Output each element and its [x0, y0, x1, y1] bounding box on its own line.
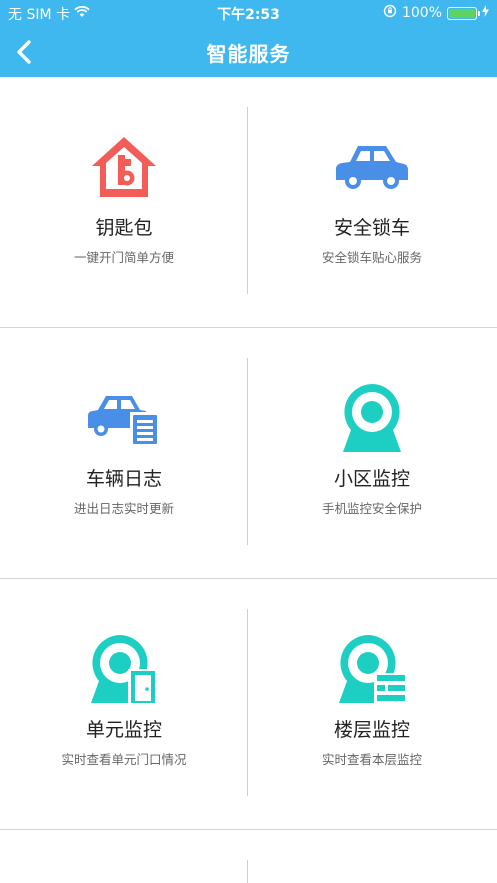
service-row: 车辆日志 进出日志实时更新 小区监控 手机监控安全保护: [0, 328, 497, 579]
service-title: 小区监控: [333, 468, 410, 490]
service-title: 楼层监控: [333, 719, 410, 741]
service-title: 安全锁车: [333, 217, 410, 239]
service-lock-car[interactable]: 安全锁车 安全锁车贴心服务: [248, 77, 496, 327]
app-header: 无 SIM 卡 下午2:53 100% 智能服务: [0, 0, 497, 77]
service-subtitle: 进出日志实时更新: [73, 501, 174, 516]
camera-icon: [331, 382, 413, 454]
battery-icon: [447, 6, 480, 20]
service-unit-monitor[interactable]: 单元监控 实时查看单元门口情况: [0, 579, 248, 829]
service-title: 钥匙包: [95, 217, 153, 239]
service-subtitle: 一键开门简单方便: [73, 250, 174, 265]
battery-percent: 100%: [401, 5, 442, 21]
service-title: 车辆日志: [85, 468, 162, 490]
status-right: 100%: [383, 4, 489, 22]
column-divider: [247, 358, 248, 545]
service-row: 钥匙包 一键开门简单方便 安全锁车 安全锁车贴心服务: [0, 77, 497, 328]
service-subtitle: 实时查看本层监控: [321, 752, 422, 767]
service-vehicle-log[interactable]: 车辆日志 进出日志实时更新: [0, 328, 248, 578]
service-row-partial: [0, 830, 497, 883]
camera-floor-icon: [331, 633, 413, 705]
status-bar: 无 SIM 卡 下午2:53 100%: [0, 0, 497, 26]
service-subtitle: 安全锁车贴心服务: [321, 250, 422, 265]
charging-bolt-icon: [482, 5, 489, 21]
column-divider: [247, 860, 248, 883]
service-floor-monitor[interactable]: 楼层监控 实时查看本层监控: [248, 579, 496, 829]
nav-bar: 智能服务: [0, 26, 497, 77]
service-subtitle: 手机监控安全保护: [321, 501, 422, 516]
camera-door-icon: [83, 633, 165, 705]
house-key-icon: [83, 131, 165, 203]
service-community-monitor[interactable]: 小区监控 手机监控安全保护: [248, 328, 496, 578]
service-row: 单元监控 实时查看单元门口情况 楼层监控 实时查看本层监控: [0, 579, 497, 830]
service-title: 单元监控: [85, 719, 162, 741]
car-icon: [331, 131, 413, 203]
service-key-wallet[interactable]: 钥匙包 一键开门简单方便: [0, 77, 248, 327]
service-subtitle: 实时查看单元门口情况: [61, 752, 187, 767]
battery-fill: [449, 8, 475, 18]
page-title: 智能服务: [206, 42, 291, 66]
orientation-lock-icon: [383, 4, 397, 22]
column-divider: [247, 107, 248, 294]
service-grid: 钥匙包 一键开门简单方便 安全锁车 安全锁车贴心服务 车辆日志 进出日志实时更新…: [0, 77, 497, 883]
column-divider: [247, 609, 248, 796]
car-log-icon: [83, 382, 165, 454]
